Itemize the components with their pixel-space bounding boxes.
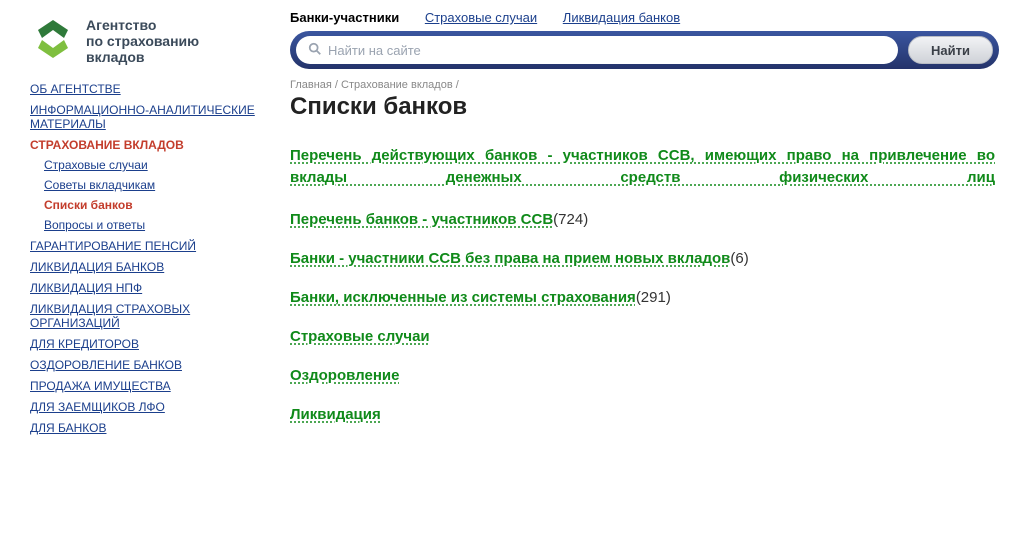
count-restricted-banks: (6) xyxy=(730,250,748,267)
nav-sub-lists[interactable]: Списки банков xyxy=(44,198,133,212)
nav-lfo[interactable]: ДЛЯ ЗАЕМЩИКОВ ЛФО xyxy=(30,400,165,414)
logo-icon xyxy=(30,16,76,67)
link-restricted-banks[interactable]: Банки - участники ССВ без права на прием… xyxy=(290,250,730,267)
search-icon xyxy=(308,42,322,59)
search-button[interactable]: Найти xyxy=(908,36,993,64)
nav-insurance[interactable]: СТРАХОВАНИЕ ВКЛАДОВ xyxy=(30,138,184,152)
sidebar-nav: ОБ АГЕНТСТВЕ ИНФОРМАЦИОННО-АНАЛИТИЧЕСКИЕ… xyxy=(30,82,265,435)
search-input-wrap[interactable] xyxy=(296,36,898,64)
link-rehab[interactable]: Оздоровление xyxy=(290,367,399,384)
nav-npfliq[interactable]: ЛИКВИДАЦИЯ НПФ xyxy=(30,281,142,295)
tab-bank-participants[interactable]: Банки-участники xyxy=(290,10,399,25)
link-insurance-cases[interactable]: Страховые случаи xyxy=(290,328,430,345)
content-list: Перечень действующих банков - участников… xyxy=(290,145,999,423)
nav-sub-qna[interactable]: Вопросы и ответы xyxy=(44,218,145,232)
nav-insorgliq[interactable]: ЛИКВИДАЦИЯ СТРАХОВЫХ ОРГАНИЗАЦИЙ xyxy=(30,302,190,330)
breadcrumb: Главная / Страхование вкладов / xyxy=(290,79,999,91)
logo-text: Агентство по страхованию вкладов xyxy=(86,17,199,65)
link-participant-banks[interactable]: Перечень банков - участников ССВ xyxy=(290,211,553,228)
page-title: Списки банков xyxy=(290,93,999,121)
nav-pensions[interactable]: ГАРАНТИРОВАНИЕ ПЕНСИЙ xyxy=(30,239,196,253)
tab-bank-liquidation[interactable]: Ликвидация банков xyxy=(563,10,680,25)
nav-sales[interactable]: ПРОДАЖА ИМУЩЕСТВА xyxy=(30,379,171,393)
link-active-banks[interactable]: Перечень действующих банков - участников… xyxy=(290,147,995,186)
search-input[interactable] xyxy=(328,43,886,58)
nav-bankliq[interactable]: ЛИКВИДАЦИЯ БАНКОВ xyxy=(30,260,164,274)
count-excluded-banks: (291) xyxy=(636,289,671,306)
nav-creditors[interactable]: ДЛЯ КРЕДИТОРОВ xyxy=(30,337,139,351)
tab-insurance-cases[interactable]: Страховые случаи xyxy=(425,10,537,25)
top-tabs: Банки-участники Страховые случаи Ликвида… xyxy=(290,10,999,25)
nav-info[interactable]: ИНФОРМАЦИОННО-АНАЛИТИЧЕСКИЕ МАТЕРИАЛЫ xyxy=(30,103,255,131)
nav-sub-advice[interactable]: Советы вкладчикам xyxy=(44,178,155,192)
nav-rehab[interactable]: ОЗДОРОВЛЕНИЕ БАНКОВ xyxy=(30,358,182,372)
nav-sub-cases[interactable]: Страховые случаи xyxy=(44,158,148,172)
link-excluded-banks[interactable]: Банки, исключенные из системы страховани… xyxy=(290,289,636,306)
site-logo[interactable]: Агентство по страхованию вкладов xyxy=(30,10,265,72)
count-participant-banks: (724) xyxy=(553,211,588,228)
nav-forbanks[interactable]: ДЛЯ БАНКОВ xyxy=(30,421,106,435)
search-bar: Найти xyxy=(290,31,999,69)
link-liquidation[interactable]: Ликвидация xyxy=(290,406,381,423)
nav-about[interactable]: ОБ АГЕНТСТВЕ xyxy=(30,82,121,96)
